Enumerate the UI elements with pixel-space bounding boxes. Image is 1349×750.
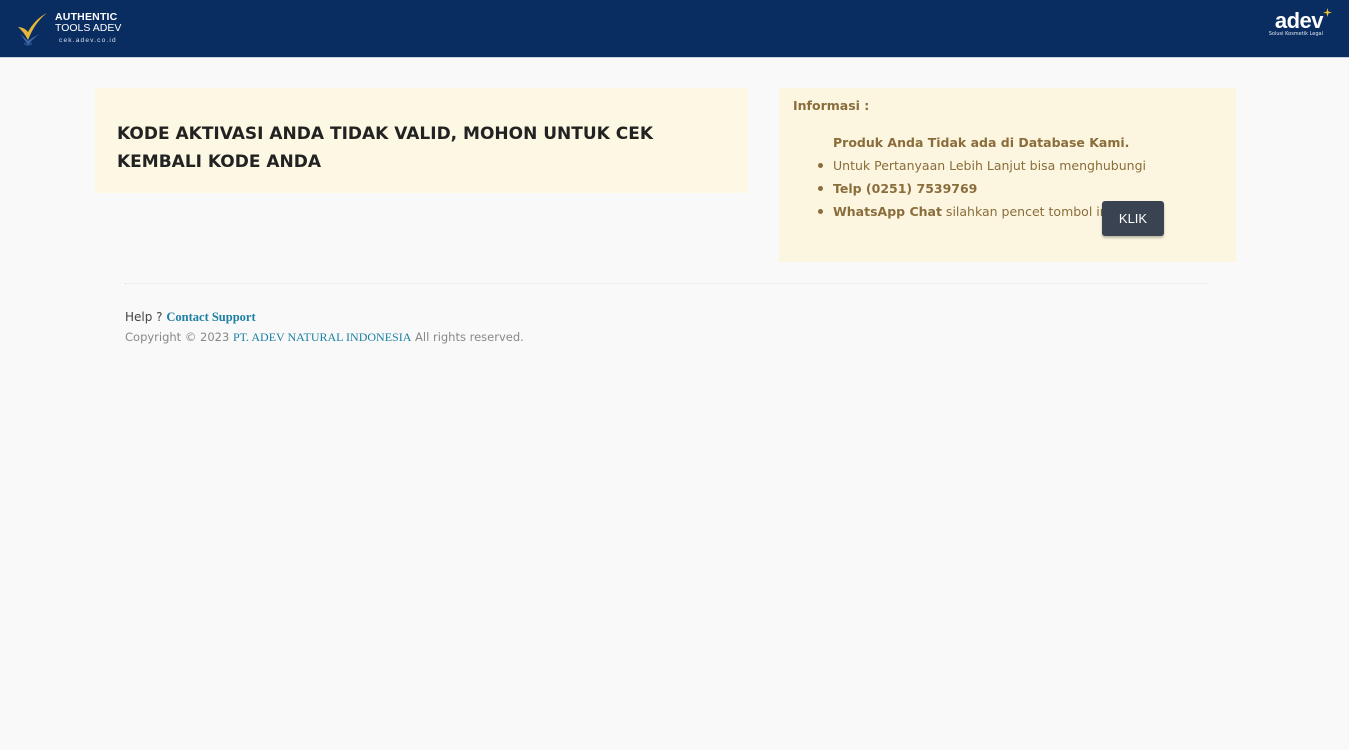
logo-url: cek.adev.co.id [59, 37, 117, 44]
help-prefix: Help ? [125, 310, 163, 324]
info-heading: Informasi : [793, 98, 870, 113]
adev-wordmark: adev [1274, 8, 1324, 33]
company-link[interactable]: PT. ADEV NATURAL INDONESIA [233, 330, 411, 344]
phone-number: Telp (0251) 7539769 [833, 181, 978, 196]
authentic-tools-logo[interactable]: AUTHENTIC TOOLS ADEV cek.adev.co.id [15, 10, 121, 48]
info-list: Untuk Pertanyaan Lebih Lanjut bisa mengh… [818, 157, 1146, 239]
logo-line-2: TOOLS ADEV [55, 22, 122, 34]
info-subheading: Produk Anda Tidak ada di Database Kami. [833, 135, 1130, 150]
copyright-prefix: Copyright © 2023 [125, 330, 230, 344]
footer-copyright: Copyright © 2023 PT. ADEV NATURAL INDONE… [125, 330, 524, 345]
alert-message: KODE AKTIVASI ANDA TIDAK VALID, MOHON UN… [117, 124, 654, 172]
whatsapp-label: WhatsApp Chat [833, 204, 942, 219]
klik-whatsapp-button[interactable]: KLIK [1102, 201, 1164, 236]
sparkle-icon [1323, 8, 1332, 17]
info-panel: Informasi : Produk Anda Tidak ada di Dat… [779, 88, 1236, 262]
contact-support-link[interactable]: Contact Support [166, 310, 255, 324]
top-navbar: AUTHENTIC TOOLS ADEV cek.adev.co.id adev… [0, 0, 1349, 58]
whatsapp-hint: silahkan pencet tombol ini : [941, 204, 1120, 219]
footer-divider [125, 283, 1207, 284]
footer-help: Help ? Contact Support [125, 310, 256, 325]
list-item: WhatsApp Chat silahkan pencet tombol ini… [818, 203, 1146, 239]
list-item: Untuk Pertanyaan Lebih Lanjut bisa mengh… [818, 157, 1146, 180]
copyright-suffix: All rights reserved. [415, 330, 524, 344]
adev-logo[interactable]: adev Solusi Kosmetik Legal [1267, 8, 1332, 37]
contact-hint: Untuk Pertanyaan Lebih Lanjut bisa mengh… [833, 158, 1146, 173]
check-badge-icon [18, 13, 47, 46]
invalid-code-alert: KODE AKTIVASI ANDA TIDAK VALID, MOHON UN… [95, 88, 748, 193]
list-item: Telp (0251) 7539769 [818, 180, 1146, 203]
